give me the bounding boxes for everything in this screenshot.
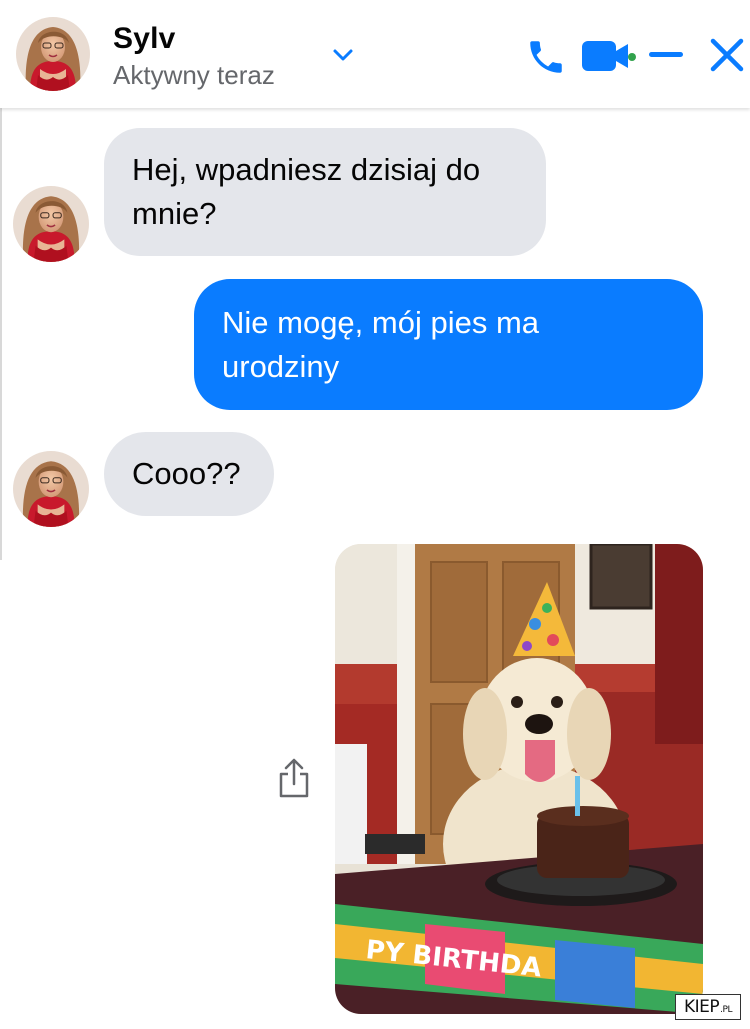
contact-avatar[interactable]	[16, 17, 90, 91]
contact-name[interactable]: Sylv	[113, 22, 176, 56]
contact-avatar[interactable]	[13, 451, 89, 527]
phone-icon[interactable]	[525, 36, 567, 78]
photo-message[interactable]: PY BIRTHDA	[335, 544, 703, 1014]
contact-status: Aktywny teraz	[113, 60, 275, 90]
minimize-icon[interactable]	[645, 38, 687, 72]
video-camera-icon[interactable]	[578, 35, 638, 77]
close-icon[interactable]	[706, 34, 748, 76]
panel-divider	[0, 108, 2, 560]
message-text-line: mnie?	[132, 196, 217, 231]
watermark-suffix: .PL	[720, 1005, 732, 1015]
watermark-main: KIEP	[684, 997, 720, 1017]
message-bubble-outgoing[interactable]: Nie mogę, mój pies ma urodziny	[194, 279, 703, 410]
contact-avatar[interactable]	[13, 186, 89, 262]
message-text-line: Nie mogę, mój pies ma	[222, 304, 540, 340]
message-bubble-incoming[interactable]: Cooo??	[104, 432, 274, 516]
dog-birthday-photo: PY BIRTHDA	[335, 544, 703, 1014]
message-bubble-incoming[interactable]: Hej, wpadniesz dzisiaj do mnie?	[104, 128, 546, 256]
message-text: Cooo??	[132, 456, 241, 491]
site-watermark: KIEP .PL	[675, 994, 741, 1020]
share-icon[interactable]	[276, 756, 312, 800]
chat-header: Sylv Aktywny teraz	[0, 0, 750, 108]
chevron-down-icon[interactable]	[330, 42, 356, 68]
message-text-line: urodziny	[222, 348, 340, 384]
message-text-line: Hej, wpadniesz dzisiaj do	[132, 152, 481, 187]
